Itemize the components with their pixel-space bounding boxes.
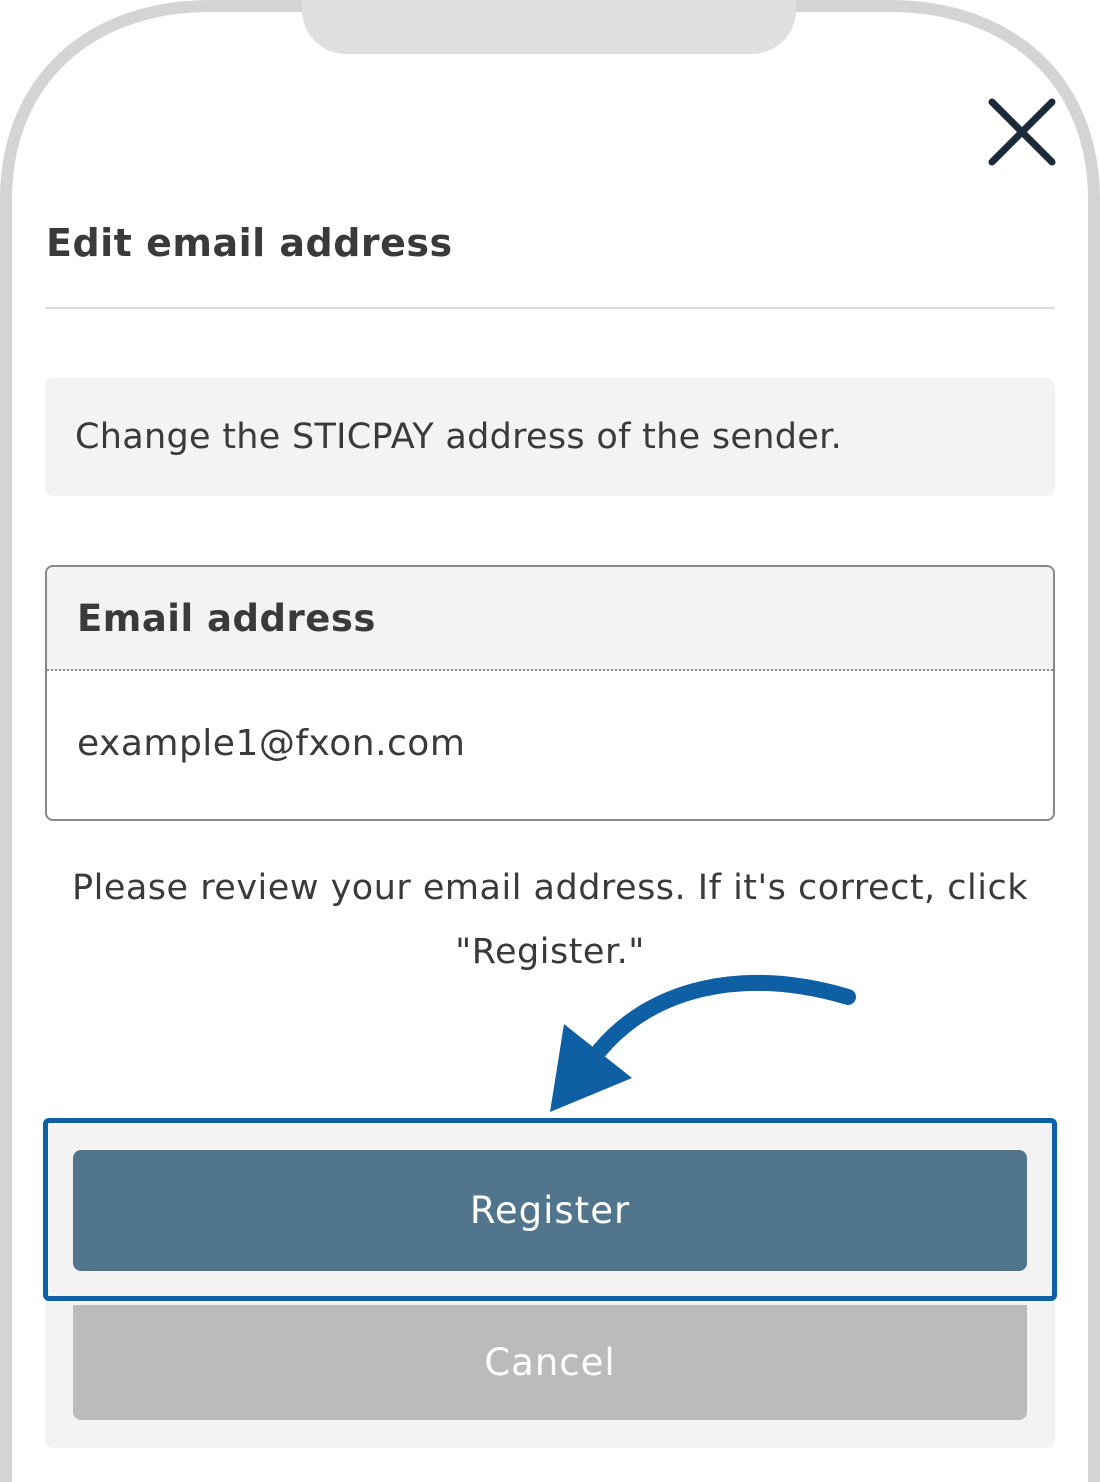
register-button[interactable]: Register: [73, 1150, 1027, 1271]
curved-arrow-icon: [550, 975, 856, 1112]
close-button[interactable]: [986, 96, 1058, 168]
cancel-button[interactable]: Cancel: [73, 1305, 1027, 1420]
dialog-title: Edit email address: [46, 221, 453, 265]
title-divider: [45, 307, 1055, 309]
email-field-value: example1@fxon.com: [77, 722, 466, 764]
close-icon: [988, 98, 1056, 166]
info-text: Change the STICPAY address of the sender…: [75, 417, 843, 457]
email-field-label: Email address: [47, 567, 1053, 671]
phone-notch: [302, 0, 796, 54]
review-note: Please review your email address. If it'…: [71, 868, 1028, 972]
email-card: Email address example1@fxon.com: [45, 565, 1055, 821]
info-box: Change the STICPAY address of the sender…: [45, 378, 1055, 496]
